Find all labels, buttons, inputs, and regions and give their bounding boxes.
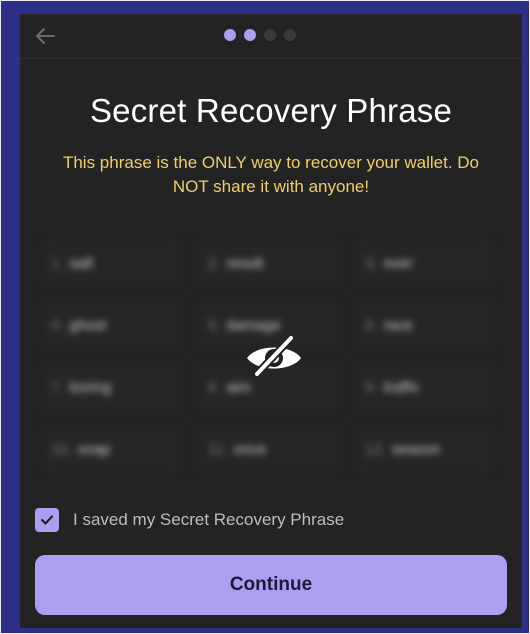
- arrow-left-icon: [36, 28, 55, 44]
- top-bar: [20, 14, 522, 59]
- phrase-word: 6. race: [355, 302, 495, 348]
- warning-text: This phrase is the ONLY way to recover y…: [62, 153, 480, 196]
- step-indicator: [224, 29, 296, 41]
- eye-slash-icon: [247, 334, 301, 378]
- phrase-word: 2. result: [198, 240, 338, 286]
- phrase-word: 4. ghost: [41, 302, 181, 348]
- reveal-phrase-button[interactable]: [243, 334, 305, 378]
- step-dot-4: [284, 29, 296, 41]
- step-dot-1: [224, 29, 236, 41]
- phrase-word: 12. season: [355, 426, 495, 472]
- phrase-word: 7. boring: [41, 364, 181, 410]
- phrase-word: 9. traffic: [355, 364, 495, 410]
- step-dot-2: [244, 29, 256, 41]
- phrase-word: 1. salt: [41, 240, 181, 286]
- page-title: Secret Recovery Phrase: [89, 92, 453, 129]
- continue-button[interactable]: Continue: [35, 555, 507, 615]
- phrase-word: 11. once: [198, 426, 338, 472]
- saved-phrase-checkbox-row[interactable]: I saved my Secret Recovery Phrase: [35, 508, 344, 532]
- onboarding-panel: Secret Recovery Phrase This phrase is th…: [20, 14, 522, 628]
- step-dot-3: [264, 29, 276, 41]
- checkmark-icon: [40, 515, 54, 525]
- back-button[interactable]: [34, 26, 56, 46]
- phrase-word: 10. soap: [41, 426, 181, 472]
- app-frame: Secret Recovery Phrase This phrase is th…: [0, 0, 530, 634]
- saved-phrase-label: I saved my Secret Recovery Phrase: [73, 510, 345, 529]
- saved-phrase-checkbox[interactable]: [35, 508, 59, 532]
- phrase-word: 3. over: [355, 240, 495, 286]
